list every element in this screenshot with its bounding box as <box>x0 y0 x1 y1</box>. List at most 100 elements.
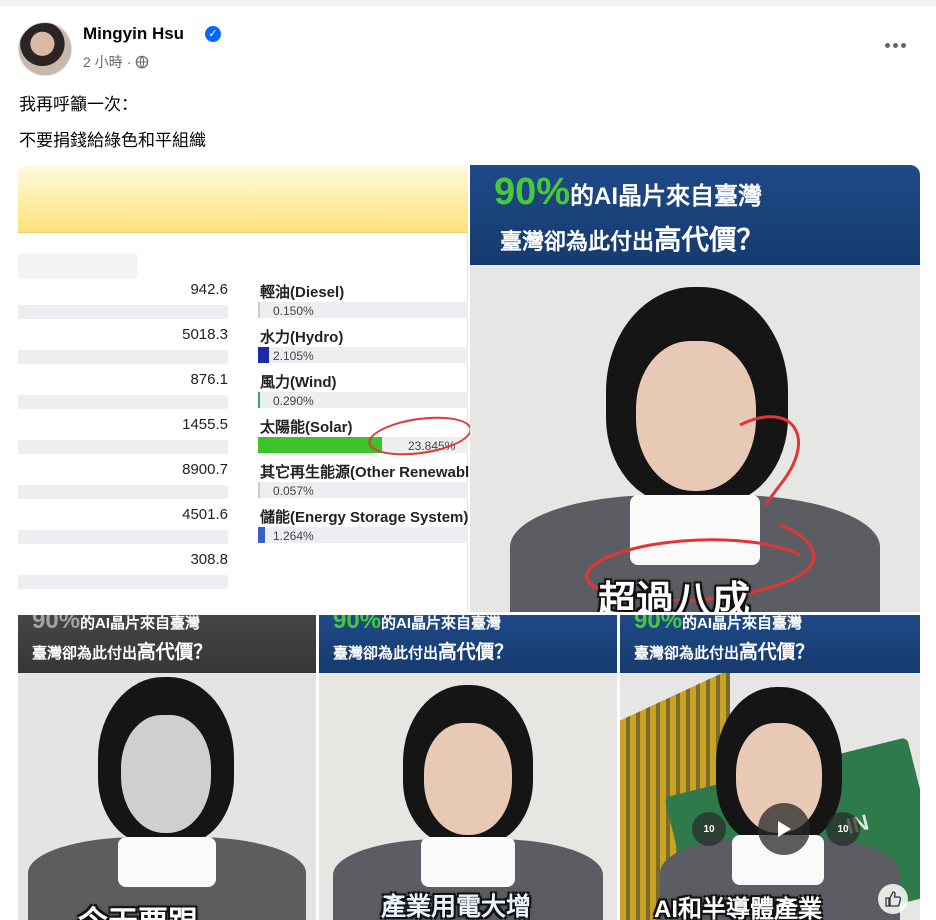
banner-percent: 90% <box>494 171 571 213</box>
banner-line1: 90%的AI晶片來自臺灣 <box>634 615 802 635</box>
rewind-10-icon: 10 <box>703 823 715 835</box>
energy-row: 4501.6 儲能(Energy Storage System) 1.264% <box>18 504 468 549</box>
play-icon <box>778 821 791 837</box>
meta-separator: · <box>126 54 132 70</box>
energy-row: 876.1 風力(Wind) 0.290% <box>18 369 468 414</box>
banner-line1: 90%的AI晶片來自臺灣 <box>32 615 200 635</box>
banner-text2a: 臺灣卻為此付出 <box>634 645 740 662</box>
forward-10-icon: 10 <box>837 823 849 835</box>
chart-header-band <box>18 165 468 233</box>
banner-text2b: 高代價？ <box>438 641 514 662</box>
blurred-heading <box>18 253 138 279</box>
author-name[interactable]: Mingyin Hsu <box>83 24 184 44</box>
video-tile-1[interactable]: 90%的AI晶片來自臺灣 臺灣卻為此付出高代價？ 今天要跟 <box>18 615 316 920</box>
value-track <box>18 305 228 319</box>
facebook-post: Mingyin Hsu ✓ 2 小時 · 我再呼籲一次： 不要捐錢給綠色和平組織… <box>0 0 936 920</box>
value-track <box>18 350 228 364</box>
percent-bar <box>258 482 260 498</box>
presenter-collar <box>118 837 216 887</box>
banner-text2b: 高代價？ <box>137 641 213 662</box>
like-reaction-button[interactable] <box>878 884 908 914</box>
feed-divider <box>0 0 936 6</box>
banner-percent: 90% <box>32 615 81 634</box>
media-grid: 942.6 輕油(Diesel) 0.150% 5018.3 水力(Hydro) 2.10… <box>18 165 920 920</box>
chart-image-tile[interactable]: 942.6 輕油(Diesel) 0.150% 5018.3 水力(Hydro) 2.10… <box>18 165 474 612</box>
energy-label: 太陽能(Solar) <box>260 419 353 436</box>
banner-text2b: 高代價？ <box>739 641 815 662</box>
energy-label: 其它再生能源(Other Renewabl <box>260 464 470 481</box>
percent-bar <box>258 527 265 543</box>
banner-text1: 的AI晶片來自臺灣 <box>570 183 763 210</box>
banner-line1: 90%的AI晶片來自臺灣 <box>494 171 762 214</box>
value-track <box>18 440 228 454</box>
more-options-button[interactable] <box>878 30 912 60</box>
energy-value: 876.1 <box>190 371 228 388</box>
avatar[interactable] <box>18 22 72 76</box>
forward-10-button[interactable]: 10 <box>826 812 860 846</box>
banner-text2b: 高代價？ <box>654 224 765 255</box>
banner-text2a: 臺灣卻為此付出 <box>500 229 655 254</box>
value-track <box>18 395 228 409</box>
video-tile-3[interactable]: IN 90%的AI晶片來自臺灣 臺灣卻為此付出高代價？ 10 10 AI和半導體… <box>620 615 920 920</box>
value-track <box>18 530 228 544</box>
video-caption: 產業用電大增 <box>381 893 532 920</box>
percent-label: 0.150% <box>273 304 314 318</box>
banner-percent: 90% <box>634 615 683 634</box>
more-dot <box>900 42 906 48</box>
post-time[interactable]: 2 小時 <box>83 52 123 72</box>
rewind-10-button[interactable]: 10 <box>692 812 726 846</box>
banner-percent: 90% <box>333 615 382 634</box>
percent-label: 1.264% <box>273 529 314 543</box>
globe-icon <box>136 55 149 69</box>
percent-bar <box>258 392 260 408</box>
percent-label: 0.057% <box>273 484 314 498</box>
energy-value: 4501.6 <box>182 506 228 523</box>
banner-text1: 的AI晶片來自臺灣 <box>381 615 502 632</box>
energy-value: 1455.5 <box>182 416 228 433</box>
percent-bar <box>258 437 383 453</box>
energy-label: 輕油(Diesel) <box>260 284 345 301</box>
banner-line1: 90%的AI晶片來自臺灣 <box>333 615 501 635</box>
energy-label: 水力(Hydro) <box>260 329 344 346</box>
energy-row: 308.8 <box>18 549 468 594</box>
value-track <box>18 485 228 499</box>
energy-label: 儲能(Energy Storage System) <box>260 509 469 526</box>
percent-label: 2.105% <box>273 349 314 363</box>
post-text-line: 我再呼籲一次： <box>19 95 138 114</box>
banner-text2a: 臺灣卻為此付出 <box>333 645 439 662</box>
banner-text2a: 臺灣卻為此付出 <box>32 645 138 662</box>
presenter-face <box>424 723 512 835</box>
video-tile-2[interactable]: 90%的AI晶片來自臺灣 臺灣卻為此付出高代價？ 產業用電大增 <box>319 615 617 920</box>
video-banner: 90%的AI晶片來自臺灣 臺灣卻為此付出高代價？ <box>470 165 920 265</box>
percent-label: 0.290% <box>273 394 314 408</box>
banner-line2: 臺灣卻為此付出高代價？ <box>333 637 513 664</box>
verified-badge-icon: ✓ <box>205 26 221 42</box>
video-tile-main[interactable]: 90%的AI晶片來自臺灣 臺灣卻為此付出高代價？ 超過八成 <box>470 165 920 612</box>
video-banner: 90%的AI晶片來自臺灣 臺灣卻為此付出高代價？ <box>620 615 920 673</box>
banner-line2: 臺灣卻為此付出高代價？ <box>32 637 212 664</box>
value-track <box>18 575 228 589</box>
percent-bar <box>258 302 260 318</box>
video-banner: 90%的AI晶片來自臺灣 臺灣卻為此付出高代價？ <box>18 615 316 673</box>
energy-row: 942.6 輕油(Diesel) 0.150% <box>18 279 468 324</box>
video-caption: AI和半導體產業 <box>654 896 822 920</box>
presenter-face <box>121 715 211 833</box>
energy-value: 8900.7 <box>182 461 228 478</box>
energy-value: 308.8 <box>190 551 228 568</box>
video-banner: 90%的AI晶片來自臺灣 臺灣卻為此付出高代價？ <box>319 615 617 673</box>
presenter-collar <box>421 837 515 887</box>
video-caption: 超過八成 <box>598 580 751 612</box>
banner-text1: 的AI晶片來自臺灣 <box>682 615 803 632</box>
energy-row: 8900.7 其它再生能源(Other Renewabl 0.057% <box>18 459 470 504</box>
energy-row: 5018.3 水力(Hydro) 2.105% <box>18 324 468 369</box>
play-button[interactable] <box>758 803 810 855</box>
banner-line2: 臺灣卻為此付出高代價？ <box>634 637 814 664</box>
percent-bar <box>258 347 269 363</box>
post-text-line: 不要捐錢給綠色和平組織 <box>19 131 206 150</box>
more-dot <box>892 42 898 48</box>
thumbs-up-icon <box>885 891 902 907</box>
energy-value: 5018.3 <box>182 326 228 343</box>
post-meta: 2 小時 · <box>83 52 149 72</box>
energy-label: 風力(Wind) <box>260 374 337 391</box>
video-caption: 今天要跟 <box>78 897 198 920</box>
